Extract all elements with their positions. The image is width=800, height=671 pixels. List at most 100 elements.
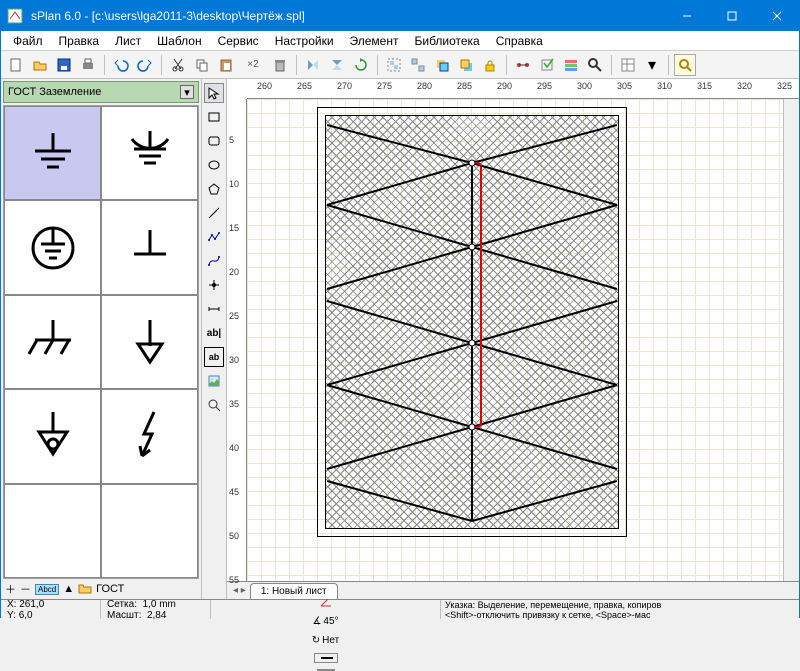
print-icon[interactable]	[77, 54, 99, 76]
library-footer-label: ГОСТ	[96, 583, 124, 595]
tool-rect-icon[interactable]	[204, 107, 224, 127]
ruler-label: 25	[229, 311, 239, 321]
status-rubber[interactable]: ↻ Нет	[307, 634, 344, 647]
symbol-ground-simple[interactable]	[101, 200, 198, 294]
node-icon[interactable]	[469, 424, 476, 431]
menu-settings[interactable]: Настройки	[267, 32, 342, 50]
minimize-button[interactable]	[664, 1, 709, 31]
mirror-v-icon[interactable]	[326, 54, 348, 76]
tool-polygon-icon[interactable]	[204, 179, 224, 199]
tool-textframe-icon[interactable]: ab	[204, 347, 224, 367]
tool-text-icon[interactable]: ab|	[204, 323, 224, 343]
symbol-ground-func[interactable]	[101, 106, 198, 200]
abcd-icon[interactable]: Abcd	[35, 584, 59, 595]
plus-icon[interactable]: ＋	[5, 581, 16, 597]
up-icon[interactable]: ▲	[63, 583, 74, 595]
ruler-label: 325	[777, 81, 792, 91]
menu-sheet[interactable]: Лист	[107, 32, 149, 50]
paste-icon[interactable]	[215, 54, 237, 76]
menu-template[interactable]: Шаблон	[149, 32, 209, 50]
library-selector-value: ГОСТ Заземление	[8, 86, 101, 98]
canvas-wrap: 260 265 270 275 280 285 290 295 300 305 …	[227, 79, 799, 599]
open-file-icon[interactable]	[29, 54, 51, 76]
library-selector-arrow-icon[interactable]: ▾	[180, 85, 194, 99]
ruler-label: 310	[657, 81, 672, 91]
toolbar: ×2 ▾	[1, 51, 799, 79]
chevron-down-icon[interactable]: ▾	[641, 54, 663, 76]
menu-edit[interactable]: Правка	[51, 32, 108, 50]
lock-icon[interactable]	[479, 54, 501, 76]
duplicate-icon[interactable]: ×2	[239, 54, 267, 76]
save-icon[interactable]	[53, 54, 75, 76]
symbol-ground-round[interactable]	[4, 389, 101, 483]
tool-polyline-icon[interactable]	[204, 227, 224, 247]
cut-icon[interactable]	[167, 54, 189, 76]
symbol-arrow-down[interactable]	[101, 295, 198, 389]
line-style-icon[interactable]	[314, 653, 338, 663]
ungroup-icon[interactable]	[407, 54, 429, 76]
status-angle[interactable]: ∡ 45°	[307, 615, 343, 628]
symbol-empty[interactable]	[101, 484, 198, 578]
canvas[interactable]	[247, 99, 783, 581]
tool-bezier-icon[interactable]	[204, 251, 224, 271]
mirror-h-icon[interactable]	[302, 54, 324, 76]
ruler-label: 40	[229, 443, 239, 453]
tool-circle-icon[interactable]	[204, 155, 224, 175]
ruler-label: 300	[577, 81, 592, 91]
ruler-label: 260	[257, 81, 272, 91]
rotate-icon[interactable]	[350, 54, 372, 76]
library-selector[interactable]: ГОСТ Заземление ▾	[3, 81, 199, 103]
connections-icon[interactable]	[512, 54, 534, 76]
tool-line-icon[interactable]	[204, 203, 224, 223]
symbol-lightning[interactable]	[101, 389, 198, 483]
ruler-label: 320	[737, 81, 752, 91]
tool-node-icon[interactable]	[204, 275, 224, 295]
node-icon[interactable]	[469, 340, 476, 347]
group-icon[interactable]	[383, 54, 405, 76]
fill-style-icon[interactable]	[317, 669, 335, 671]
ruler-label: 305	[617, 81, 632, 91]
close-button[interactable]	[754, 1, 799, 31]
zoom-fit-icon[interactable]	[674, 54, 696, 76]
menu-file[interactable]: Файл	[5, 32, 51, 50]
node-icon[interactable]	[469, 160, 476, 167]
symbol-ground-earth[interactable]	[4, 106, 101, 200]
vars-icon[interactable]	[617, 54, 639, 76]
menu-element[interactable]: Элемент	[342, 32, 407, 50]
menu-service[interactable]: Сервис	[210, 32, 267, 50]
menu-library[interactable]: Библиотека	[406, 32, 487, 50]
folder-icon[interactable]	[78, 582, 92, 597]
redo-icon[interactable]	[134, 54, 156, 76]
symbol-empty[interactable]	[4, 484, 101, 578]
menu-help[interactable]: Справка	[488, 32, 551, 50]
sheet-tab[interactable]: 1: Новый лист	[250, 583, 338, 599]
copy-icon[interactable]	[191, 54, 213, 76]
styles-icon[interactable]	[560, 54, 582, 76]
menubar: Файл Правка Лист Шаблон Сервис Настройки…	[1, 31, 799, 51]
maximize-button[interactable]	[709, 1, 754, 31]
send-back-icon[interactable]	[455, 54, 477, 76]
search-icon[interactable]	[584, 54, 606, 76]
new-file-icon[interactable]	[5, 54, 27, 76]
status-coords: X: 261,0 Y: 6,0	[1, 600, 101, 619]
delete-icon[interactable]	[269, 54, 291, 76]
tool-dimension-icon[interactable]	[204, 299, 224, 319]
tool-pointer-icon[interactable]	[204, 83, 224, 103]
tool-bitmap-icon[interactable]	[204, 371, 224, 391]
undo-icon[interactable]	[110, 54, 132, 76]
ruler-label: 45	[229, 487, 239, 497]
tab-nav-icon[interactable]: ◂ ▸	[233, 585, 250, 596]
ruler-label: 280	[417, 81, 432, 91]
symbol-ground-chassis[interactable]	[4, 295, 101, 389]
bring-front-icon[interactable]	[431, 54, 453, 76]
minus-icon[interactable]: －	[20, 581, 31, 597]
tool-zoom-icon[interactable]	[204, 395, 224, 415]
ruler-horizontal: 260 265 270 275 280 285 290 295 300 305 …	[247, 79, 799, 99]
tool-roundrect-icon[interactable]	[204, 131, 224, 151]
symbol-ground-circle[interactable]	[4, 200, 101, 294]
node-icon[interactable]	[469, 244, 476, 251]
tool-tray: ab| ab	[201, 79, 227, 599]
ruler-label: 315	[697, 81, 712, 91]
check-icon[interactable]	[536, 54, 558, 76]
scrollbar-vertical[interactable]	[783, 99, 799, 581]
